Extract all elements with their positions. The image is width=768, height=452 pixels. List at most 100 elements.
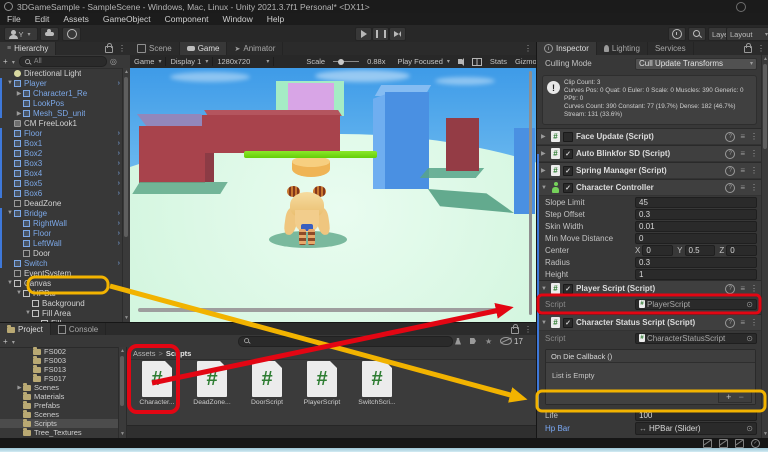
foldout-icon[interactable] <box>15 110 23 117</box>
menu-assets[interactable]: Assets <box>56 13 96 25</box>
hierarchy-scrollbar[interactable]: ▲ ▼ <box>122 68 130 322</box>
enabled-checkbox[interactable] <box>563 182 573 193</box>
breadcrumb-root[interactable]: Assets <box>133 349 156 358</box>
foldout-icon[interactable] <box>541 167 548 174</box>
foldout-icon[interactable] <box>15 290 23 296</box>
hidden-packages-toggle[interactable]: 17 <box>500 337 523 346</box>
help-icon[interactable] <box>725 131 736 142</box>
prefab-chevron-icon[interactable] <box>118 210 120 217</box>
scroll-down-icon[interactable]: ▼ <box>123 315 130 321</box>
hierarchy-item-switch[interactable]: Switch <box>0 258 123 268</box>
project-folder-scenes[interactable]: ▶ Scenes <box>0 383 126 392</box>
hierarchy-item-mesh-sd-unit[interactable]: Mesh_SD_unit <box>0 108 123 118</box>
prefab-chevron-icon[interactable] <box>118 150 120 157</box>
hierarchy-item-canvas[interactable]: Canvas <box>0 278 123 288</box>
axis-field-y[interactable]: 0.5 <box>684 244 716 256</box>
tab-services[interactable]: Services <box>648 42 694 55</box>
viewport-hscrollbar[interactable] <box>138 308 506 312</box>
scrollbar-thumb[interactable] <box>124 77 128 237</box>
hierarchy-item-cm-freelook1[interactable]: CM FreeLook1 <box>0 118 123 128</box>
enabled-checkbox[interactable] <box>563 165 573 176</box>
tab-inspector[interactable]: i Inspector <box>537 42 597 55</box>
project-folder-fs017[interactable]: FS017 <box>0 374 126 383</box>
kebab-menu-icon[interactable] <box>750 318 758 327</box>
cloud-button[interactable] <box>40 27 59 41</box>
stats-button[interactable]: Stats <box>486 57 511 66</box>
hierarchy-item-hpbar[interactable]: HPBar <box>0 288 123 298</box>
axis-field-z[interactable]: 0 <box>726 244 758 256</box>
kebab-menu-icon[interactable] <box>524 325 532 334</box>
scale-slider[interactable] <box>329 58 363 65</box>
hierarchy-item-leftwall[interactable]: LeftWall <box>0 238 123 248</box>
project-folder-tree-textures[interactable]: Tree_Textures <box>0 428 126 437</box>
hierarchy-item-character1-re[interactable]: Character1_Re <box>0 88 123 98</box>
component-spring-manager[interactable]: # Spring Manager (Script) <box>537 162 762 179</box>
game-viewport[interactable] <box>130 68 536 322</box>
hierarchy-item-rightwall[interactable]: RightWall <box>0 218 123 228</box>
value-field[interactable]: 1 <box>635 268 757 280</box>
favorite-search-button[interactable] <box>485 337 492 346</box>
menu-file[interactable]: File <box>0 13 28 25</box>
project-search-input[interactable] <box>238 335 453 347</box>
scroll-up-icon[interactable]: ▲ <box>119 348 126 354</box>
object-picker-icon[interactable] <box>746 300 753 309</box>
lock-icon[interactable] <box>105 43 113 53</box>
hp-bar-object-field[interactable]: ↔ HPBar (Slider) <box>635 422 757 435</box>
component-player-script[interactable]: # Player Script (Script) <box>537 280 762 297</box>
foldout-icon[interactable] <box>541 133 548 140</box>
search-by-type-button[interactable] <box>455 337 461 345</box>
display-dropdown[interactable]: Display 1 ▾ <box>166 57 212 66</box>
scrollbar-thumb[interactable] <box>763 64 767 149</box>
value-field[interactable]: 0.3 <box>635 256 757 268</box>
axis-field-x[interactable]: 0 <box>642 244 674 256</box>
culling-mode-dropdown[interactable]: Cull Update Transforms ▾ <box>635 57 757 70</box>
search-by-label-button[interactable] <box>470 338 476 344</box>
undo-history-button[interactable] <box>668 27 686 41</box>
gizmos-dropdown[interactable]: Gizmos <box>511 57 536 66</box>
remove-list-item-button[interactable]: − <box>739 392 744 402</box>
hierarchy-item-box6[interactable]: Box6 <box>0 188 123 198</box>
foldout-icon[interactable] <box>541 150 548 157</box>
prefab-chevron-icon[interactable] <box>118 240 120 247</box>
tab-game[interactable]: Game <box>179 42 228 55</box>
hierarchy-item-door[interactable]: Door <box>0 248 123 258</box>
prefab-chevron-icon[interactable] <box>118 220 120 227</box>
help-icon[interactable] <box>725 148 736 159</box>
breadcrumb-current[interactable]: Scripts <box>166 349 191 358</box>
hierarchy-item-eventsystem[interactable]: EventSystem <box>0 268 123 278</box>
tab-animator[interactable]: ➤ Animator <box>227 42 284 55</box>
hierarchy-item-box2[interactable]: Box2 <box>0 148 123 158</box>
project-folder-fs003[interactable]: FS003 <box>0 356 126 365</box>
hierarchy-item-floor[interactable]: Floor <box>0 128 123 138</box>
presets-icon[interactable] <box>740 183 745 192</box>
hierarchy-item-directional-light[interactable]: Directional Light <box>0 68 123 78</box>
help-icon[interactable] <box>725 182 736 193</box>
prefab-chevron-icon[interactable] <box>118 190 120 197</box>
menu-help[interactable]: Help <box>260 13 291 25</box>
tab-lighting[interactable]: Lighting <box>597 42 648 55</box>
project-tree-scrollbar[interactable]: ▲ ▼ <box>118 347 126 438</box>
component-character-controller[interactable]: Character Controller <box>537 179 762 196</box>
inspector-scrollbar[interactable]: ▲ ▼ <box>761 55 768 438</box>
scroll-up-icon[interactable]: ▲ <box>762 56 768 62</box>
foldout-icon[interactable] <box>15 90 23 97</box>
tab-scene[interactable]: Scene <box>130 42 180 55</box>
create-asset-button[interactable]: + ▾ <box>3 337 15 346</box>
presets-icon[interactable] <box>740 132 745 141</box>
hierarchy-item-box3[interactable]: Box3 <box>0 158 123 168</box>
foldout-icon[interactable] <box>541 286 548 292</box>
muted-notification-icon[interactable] <box>703 438 712 448</box>
hierarchy-item-box5[interactable]: Box5 <box>0 178 123 188</box>
prefab-chevron-icon[interactable] <box>118 260 120 267</box>
services-button[interactable] <box>62 27 81 41</box>
foldout-icon[interactable] <box>24 310 32 316</box>
file-character[interactable]: # Character... <box>135 361 179 413</box>
kebab-menu-icon[interactable] <box>757 44 765 53</box>
value-field[interactable]: 45 <box>635 196 757 208</box>
muted-alerts-icon[interactable] <box>735 438 744 448</box>
hierarchy-item-floor[interactable]: Floor <box>0 228 123 238</box>
scroll-up-icon[interactable]: ▲ <box>123 69 130 75</box>
hierarchy-item-box4[interactable]: Box4 <box>0 168 123 178</box>
hierarchy-item-lookpos[interactable]: LookPos <box>0 98 123 108</box>
hierarchy-search-input[interactable]: All <box>18 56 107 67</box>
